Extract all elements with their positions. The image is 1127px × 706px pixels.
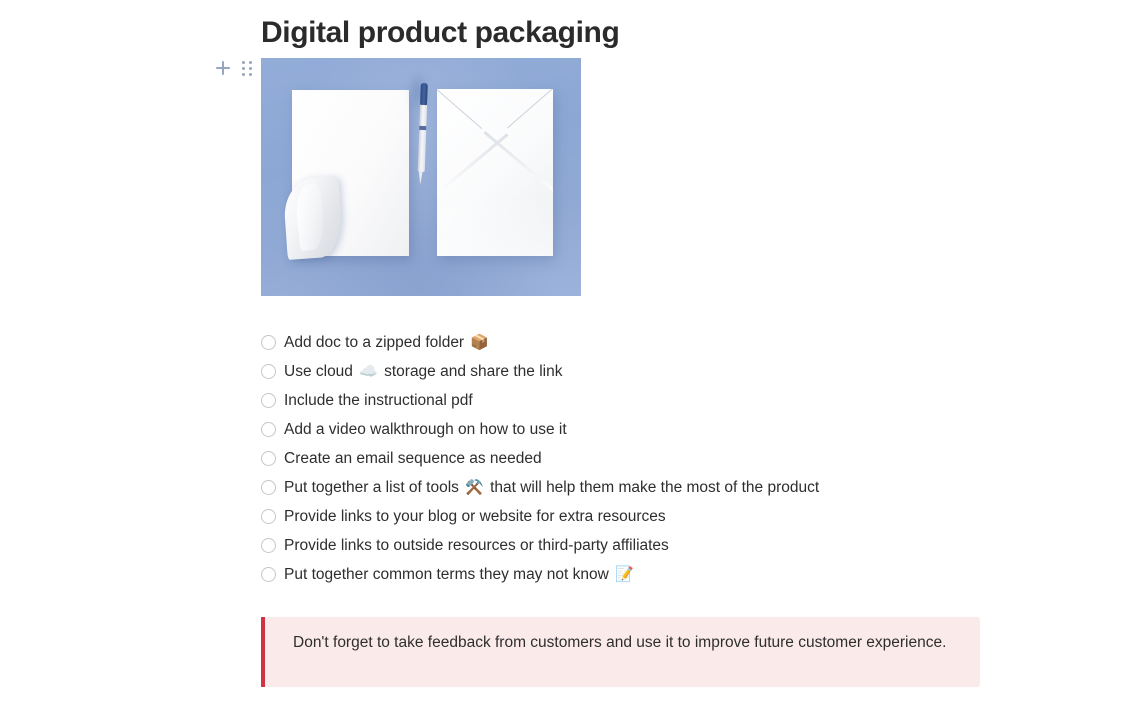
drag-dot (242, 73, 245, 76)
package-emoji: 📦 (466, 333, 489, 351)
cloud-emoji: ☁️ (354, 362, 378, 380)
checklist-item-label: Include the instructional pdf (284, 391, 473, 411)
checklist-item[interactable]: Put together common terms they may not k… (261, 560, 981, 589)
hammer-and-pick-emoji: ⚒️ (460, 478, 484, 496)
checklist-item[interactable]: Use cloud ☁️ storage and share the link (261, 357, 981, 386)
checklist: Add doc to a zipped folder 📦 Use cloud ☁️… (261, 328, 981, 589)
checklist-item-label: Provide links to your blog or website fo… (284, 507, 666, 527)
checklist-item[interactable]: Create an email sequence as needed (261, 444, 981, 473)
checklist-item[interactable]: Provide links to your blog or website fo… (261, 502, 981, 531)
callout-block[interactable]: Don't forget to take feedback from custo… (261, 617, 980, 687)
checklist-item-text: Add a video walkthrough on how to use it (284, 420, 567, 438)
drag-handle-icon[interactable] (242, 61, 252, 76)
checklist-item-text: Create an email sequence as needed (284, 449, 542, 467)
checkbox-unchecked-icon[interactable] (261, 364, 276, 379)
checklist-item-label: Put together common terms they may not k… (284, 565, 636, 585)
envelope-flap-left (437, 89, 483, 130)
checkbox-unchecked-icon[interactable] (261, 480, 276, 495)
checklist-item-label: Put together a list of tools ⚒️ that wil… (284, 478, 819, 498)
hero-image[interactable] (261, 58, 581, 296)
checkbox-unchecked-icon[interactable] (261, 567, 276, 582)
document-page: Digital product packaging Add doc to a z… (0, 0, 1127, 706)
checklist-item[interactable]: Provide links to outside resources or th… (261, 531, 981, 560)
drag-dot (249, 67, 252, 70)
checklist-item-text: Provide links to your blog or website fo… (284, 507, 666, 525)
pen-body (417, 97, 428, 173)
envelope (437, 89, 553, 256)
drag-dot (242, 67, 245, 70)
checklist-item-text: Provide links to outside resources or th… (284, 536, 669, 554)
checklist-item-text: Include the instructional pdf (284, 391, 473, 409)
checklist-item-text: Put together common terms they may not k… (284, 565, 609, 583)
checklist-item-label: Add doc to a zipped folder 📦 (284, 333, 491, 353)
drag-dot (249, 73, 252, 76)
plus-icon[interactable] (214, 59, 232, 77)
envelope-sheen (437, 194, 553, 256)
checklist-item-text: Use cloud (284, 362, 353, 380)
drag-dot (249, 61, 252, 64)
checklist-item[interactable]: Include the instructional pdf (261, 386, 981, 415)
envelope-fold-right (483, 130, 553, 195)
checkbox-unchecked-icon[interactable] (261, 509, 276, 524)
checklist-item-text-suffix: that will help them make the most of the… (485, 478, 820, 496)
checklist-item-label: Add a video walkthrough on how to use it (284, 420, 567, 440)
checklist-item-text: Add doc to a zipped folder (284, 333, 465, 351)
checkbox-unchecked-icon[interactable] (261, 393, 276, 408)
callout-text: Don't forget to take feedback from custo… (293, 634, 947, 651)
checklist-item[interactable]: Add a video walkthrough on how to use it (261, 415, 981, 444)
page-title[interactable]: Digital product packaging (261, 14, 620, 52)
drag-dot (242, 61, 245, 64)
checklist-item-label: Use cloud ☁️ storage and share the link (284, 362, 562, 382)
checklist-item-text: Put together a list of tools (284, 478, 459, 496)
envelope-flap-right (507, 89, 553, 129)
pen-tip (418, 170, 423, 186)
checklist-item[interactable]: Add doc to a zipped folder 📦 (261, 328, 981, 357)
checkbox-unchecked-icon[interactable] (261, 335, 276, 350)
checklist-item-label: Create an email sequence as needed (284, 449, 542, 469)
checkbox-unchecked-icon[interactable] (261, 538, 276, 553)
checkbox-unchecked-icon[interactable] (261, 451, 276, 466)
block-controls (214, 59, 258, 79)
checklist-item-label: Provide links to outside resources or th… (284, 536, 669, 556)
checklist-item-text-suffix: storage and share the link (379, 362, 563, 380)
checkbox-unchecked-icon[interactable] (261, 422, 276, 437)
memo-emoji: 📝 (610, 565, 634, 583)
pen-band (419, 125, 427, 131)
pen-clip (420, 82, 428, 106)
checklist-item[interactable]: Put together a list of tools ⚒️ that wil… (261, 473, 981, 502)
